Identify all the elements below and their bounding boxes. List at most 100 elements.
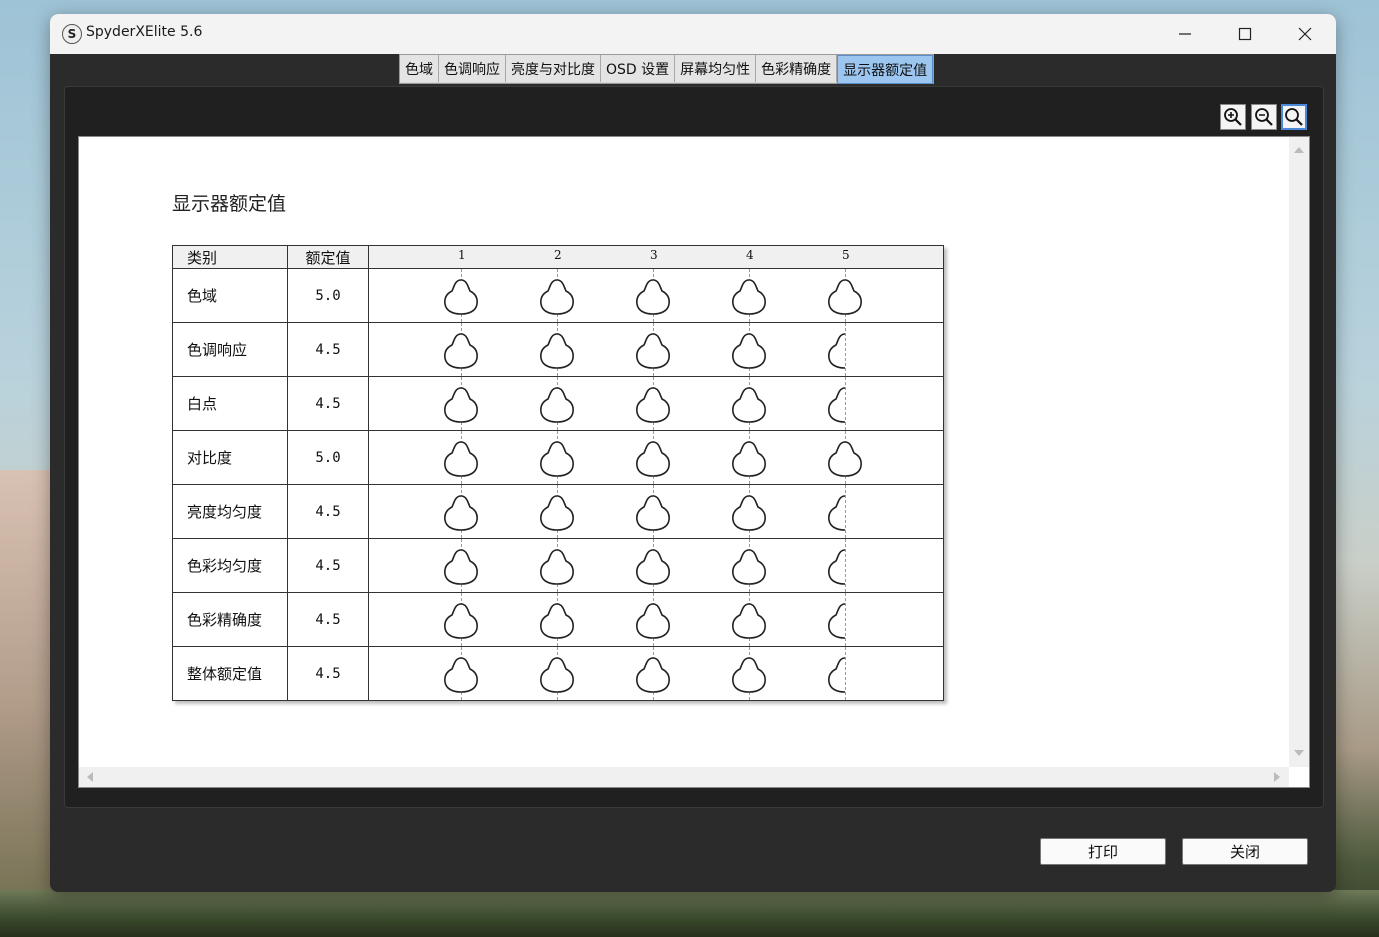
- rating-icons-cell: [368, 268, 944, 323]
- scroll-right-icon[interactable]: [1267, 767, 1287, 787]
- print-button[interactable]: 打印: [1040, 838, 1166, 865]
- rating-mark: [444, 495, 478, 531]
- minimize-icon: [1179, 33, 1191, 35]
- rating-cell: 4.5: [287, 592, 369, 647]
- rating-mark: [636, 333, 670, 369]
- desktop-trees: [0, 890, 1379, 937]
- table-row: 色彩均匀度 4.5: [172, 538, 944, 593]
- zoom-fit-icon: [1285, 108, 1303, 126]
- rating-mark: [636, 603, 670, 639]
- rating-icons-cell: [368, 538, 944, 593]
- tab-bar: 色域 色调响应 亮度与对比度 OSD 设置 屏幕均匀性 色彩精确度 显示器额定值: [399, 54, 935, 84]
- category-cell: 色彩精确度: [172, 592, 288, 647]
- rating-mark: [732, 657, 766, 693]
- tab-tone-response[interactable]: 色调响应: [439, 55, 506, 82]
- rating-mark: [732, 387, 766, 423]
- scroll-down-icon[interactable]: [1289, 743, 1309, 763]
- rating-cell: 4.5: [287, 484, 369, 539]
- zoom-out-button[interactable]: [1251, 104, 1277, 130]
- category-cell: 色彩均匀度: [172, 538, 288, 593]
- table-row: 色域 5.0: [172, 268, 944, 323]
- rating-mark: [540, 549, 574, 585]
- scale-label: 5: [842, 248, 850, 262]
- close-window-button[interactable]: [1276, 14, 1334, 54]
- category-cell: 对比度: [172, 430, 288, 485]
- zoom-in-button[interactable]: [1220, 104, 1246, 130]
- rating-mark: [828, 387, 845, 423]
- tab-color-accuracy[interactable]: 色彩精确度: [756, 55, 838, 82]
- rating-mark: [732, 603, 766, 639]
- rating-mark: [828, 657, 845, 693]
- category-cell: 整体额定值: [172, 646, 288, 701]
- tab-gamut[interactable]: 色域: [400, 55, 439, 82]
- rating-mark: [540, 333, 574, 369]
- rating-mark: [444, 279, 478, 315]
- title-bar: S SpyderXElite 5.6: [50, 14, 1336, 54]
- tab-osd-settings[interactable]: OSD 设置: [601, 55, 676, 82]
- rating-mark: [732, 495, 766, 531]
- close-icon: [1298, 27, 1312, 41]
- header-rating: 额定值: [287, 245, 369, 269]
- table-row: 色彩精确度 4.5: [172, 592, 944, 647]
- rating-mark: [828, 279, 862, 315]
- rating-mark: [444, 441, 478, 477]
- rating-mark: [828, 603, 845, 639]
- maximize-icon: [1238, 27, 1252, 41]
- tab-brightness-contrast[interactable]: 亮度与对比度: [506, 55, 601, 82]
- rating-mark: [540, 657, 574, 693]
- table-row: 整体额定值 4.5: [172, 646, 944, 701]
- scale-label: 2: [554, 248, 562, 262]
- rating-mark: [540, 387, 574, 423]
- tab-screen-uniformity[interactable]: 屏幕均匀性: [675, 55, 757, 82]
- rating-cell: 4.5: [287, 376, 369, 431]
- table-row: 色调响应 4.5: [172, 322, 944, 377]
- rating-cell: 5.0: [287, 430, 369, 485]
- category-cell: 白点: [172, 376, 288, 431]
- rating-cell: 4.5: [287, 538, 369, 593]
- report-title: 显示器额定值: [172, 193, 287, 215]
- rating-mark: [636, 387, 670, 423]
- zoom-fit-button[interactable]: [1281, 104, 1307, 130]
- table-row: 对比度 5.0: [172, 430, 944, 485]
- minimize-button[interactable]: [1156, 14, 1214, 54]
- zoom-out-icon: [1255, 108, 1273, 126]
- tab-display-rating[interactable]: 显示器额定值: [837, 55, 934, 84]
- scale-label: 4: [746, 248, 754, 262]
- rating-mark: [540, 279, 574, 315]
- rating-mark: [828, 441, 862, 477]
- category-cell: 色调响应: [172, 322, 288, 377]
- rating-cell: 4.5: [287, 646, 369, 701]
- rating-mark: [540, 603, 574, 639]
- close-button[interactable]: 关闭: [1182, 838, 1308, 865]
- rating-mark: [444, 657, 478, 693]
- rating-mark: [444, 387, 478, 423]
- app-logo-icon: S: [62, 24, 82, 44]
- rating-mark: [732, 279, 766, 315]
- header-scale: 1 2 3 4 5: [368, 245, 944, 269]
- rating-icons-cell: [368, 646, 944, 701]
- rating-mark: [732, 441, 766, 477]
- category-cell: 亮度均匀度: [172, 484, 288, 539]
- maximize-button[interactable]: [1216, 14, 1274, 54]
- scale-label: 1: [458, 248, 466, 262]
- scroll-left-icon[interactable]: [81, 767, 101, 787]
- rating-mark: [828, 549, 845, 585]
- rating-mark: [540, 441, 574, 477]
- horizontal-scrollbar[interactable]: [79, 767, 1289, 787]
- window-title: SpyderXElite 5.6: [86, 24, 203, 40]
- rating-mark: [636, 549, 670, 585]
- rating-mark: [732, 549, 766, 585]
- rating-icons-cell: [368, 430, 944, 485]
- rating-mark: [732, 333, 766, 369]
- report-viewer: 显示器额定值 类别 额定值 1 2 3 4 5 色域 5.0 色调响应 4.5 …: [78, 136, 1310, 788]
- rating-mark: [444, 603, 478, 639]
- vertical-scrollbar[interactable]: [1289, 137, 1309, 767]
- rating-mark: [828, 495, 845, 531]
- rating-mark: [444, 549, 478, 585]
- rating-mark: [444, 333, 478, 369]
- rating-icons-cell: [368, 322, 944, 377]
- rating-mark: [636, 441, 670, 477]
- scroll-up-icon[interactable]: [1289, 141, 1309, 161]
- zoom-in-icon: [1224, 108, 1242, 126]
- rating-mark: [636, 495, 670, 531]
